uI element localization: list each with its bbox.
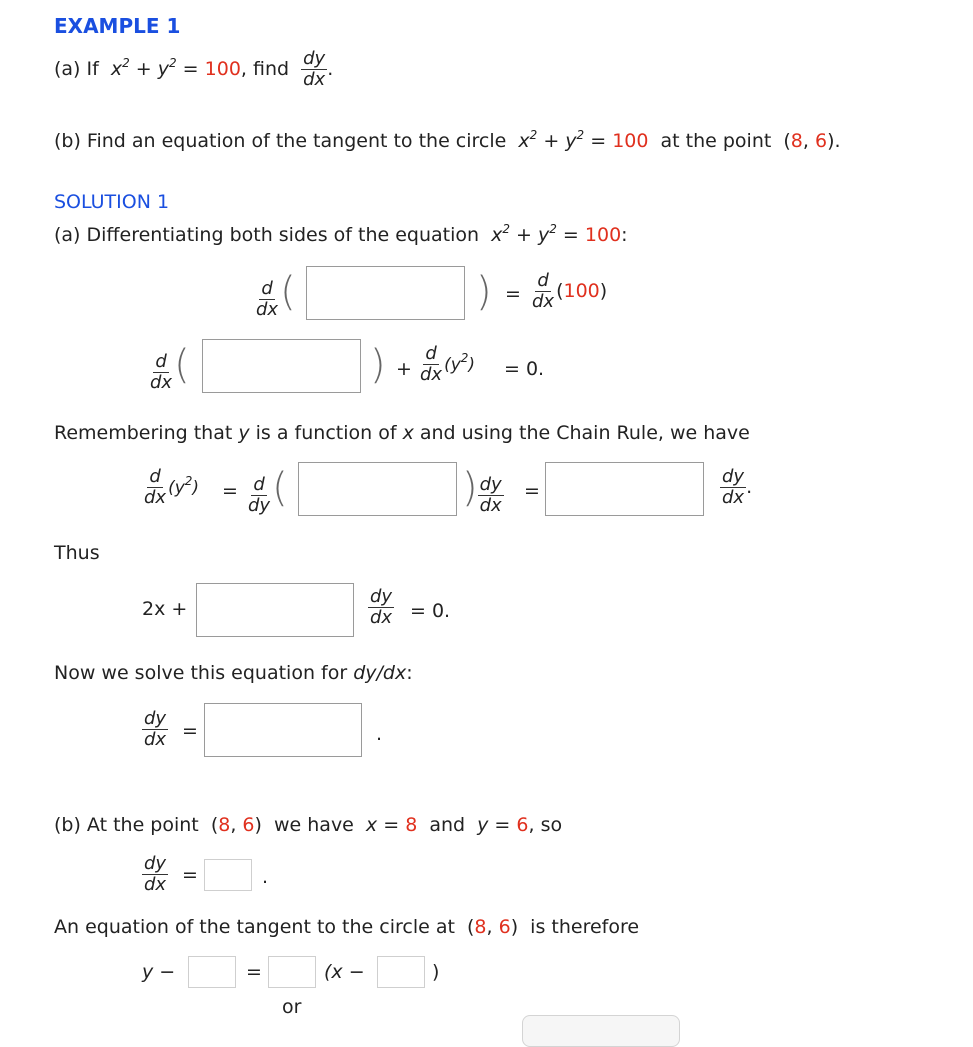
eq2-y-derivative: d dx (y2) <box>420 343 476 385</box>
eq3-input-box-1[interactable] <box>298 462 457 516</box>
part-b-question: (b) Find an equation of the tangent to t… <box>54 128 841 152</box>
eq7-close: ) <box>432 961 440 983</box>
part-b-mid: at the point <box>660 130 772 152</box>
thus-label: Thus <box>54 542 100 564</box>
eq5-dy-dx: dy dx <box>142 708 169 750</box>
solution-b-intro: (b) At the point (8, 6) we have x = 8 an… <box>54 814 563 836</box>
solution-title: SOLUTION 1 <box>54 191 170 213</box>
part-b-value: 100 <box>612 130 649 152</box>
answer-box-partial[interactable] <box>522 1015 680 1047</box>
part-b-equation: x2 + y2 <box>518 128 585 152</box>
eq5-input-box[interactable] <box>204 703 362 757</box>
eq2-close-paren: ) <box>370 342 386 388</box>
eq7-input-box-3[interactable] <box>377 956 425 988</box>
eq3-dy-dx: ) dy dx <box>462 465 504 516</box>
eq3-d-dy: d dy( <box>248 465 288 516</box>
eq3-lhs: d dx (y2) <box>144 466 200 508</box>
eq7-left: y − <box>142 961 176 983</box>
part-a-mid: , find <box>240 58 290 80</box>
eq6-equals: = <box>182 864 198 886</box>
part-a-value: 100 <box>204 58 241 80</box>
eq1-equals: = <box>505 283 521 305</box>
eq2-input-box[interactable] <box>202 339 361 393</box>
part-b-point: (8, 6). <box>783 130 841 152</box>
or-label: or <box>282 996 302 1018</box>
eq2-lhs-derivative: d dx( <box>150 342 190 393</box>
eq6-period: . <box>262 866 269 888</box>
eq4-left: 2x + <box>142 598 188 620</box>
eq6-input-box[interactable] <box>204 859 252 891</box>
part-a-prefix: (a) If <box>54 58 99 80</box>
eq6-dy-dx: dy dx <box>142 853 169 895</box>
part-b-prefix: (b) Find an equation of the tangent to t… <box>54 130 507 152</box>
eq7-input-box-2[interactable] <box>268 956 316 988</box>
eq3-equals: = <box>222 480 238 502</box>
eq2-equals-zero: = 0. <box>504 358 545 380</box>
eq4-input-box[interactable] <box>196 583 354 637</box>
eq4-dy-dx: dy dx <box>368 586 395 628</box>
eq1-input-box[interactable] <box>306 266 465 320</box>
eq7-mid: (x − <box>324 961 365 983</box>
eq7-input-box-1[interactable] <box>188 956 236 988</box>
eq5-equals: = <box>182 720 198 742</box>
solution-a-value: 100 <box>584 224 622 246</box>
part-a-question: (a) If x2 + y2 = 100, find dy dx. <box>54 48 334 90</box>
solution-a-intro: (a) Differentiating both sides of the eq… <box>54 222 628 246</box>
tangent-text: An equation of the tangent to the circle… <box>54 916 640 938</box>
example-title: EXAMPLE 1 <box>54 14 181 38</box>
chain-rule-text: Remembering that y is a function of x an… <box>54 422 750 444</box>
eq1-rhs: d dx (100) <box>532 270 608 312</box>
eq1-lhs-derivative: d dx( <box>256 269 296 320</box>
eq3-input-box-2[interactable] <box>545 462 704 516</box>
eq1-close-paren: ) <box>476 269 492 315</box>
eq4-right: = 0. <box>410 600 451 622</box>
solve-text: Now we solve this equation for dy/dx: <box>54 662 413 684</box>
eq3-trailing-dy-dx: dy dx. <box>720 466 753 508</box>
eq2-plus: + <box>396 358 412 380</box>
eq5-period: . <box>376 723 383 745</box>
dy-dx-fraction: dy dx <box>301 48 328 90</box>
part-a-equation: x2 + y2 <box>110 56 177 80</box>
eq7-equals: = <box>246 961 262 983</box>
eq3-equals-2: = <box>524 480 540 502</box>
